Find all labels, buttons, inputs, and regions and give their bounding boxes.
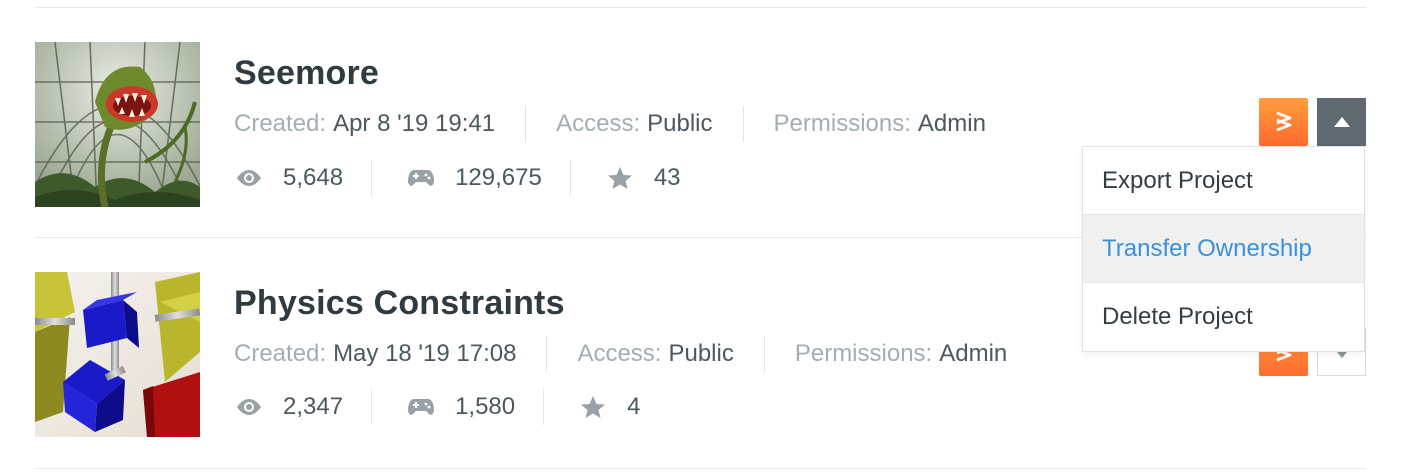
access-label: Access: <box>556 110 641 137</box>
project-title[interactable]: Physics Constraints <box>234 284 565 323</box>
permissions-value: Admin <box>917 110 986 137</box>
permissions-info: Permissions: Admin <box>774 110 986 138</box>
caret-down-icon <box>1336 352 1347 358</box>
stats-divider <box>543 389 545 425</box>
created-label: Created: <box>234 340 327 367</box>
access-info: Access: Public <box>577 340 733 368</box>
stars-count: 4 <box>627 393 641 420</box>
open-editor-button[interactable] <box>1259 98 1308 146</box>
permissions-label: Permissions: <box>773 110 911 137</box>
meta-divider <box>546 336 548 372</box>
stars-stat: 43 <box>605 164 681 192</box>
gamepad-icon <box>406 397 436 417</box>
eye-icon <box>234 169 264 187</box>
permissions-label: Permissions: <box>794 340 933 367</box>
star-icon <box>578 395 608 419</box>
project-thumbnail[interactable] <box>35 272 200 437</box>
access-value: Public <box>647 110 713 137</box>
star-icon <box>605 166 635 190</box>
views-stat: 5,648 <box>234 164 343 192</box>
project-meta: Created: Apr 8 '19 19:41 Access: Public … <box>234 104 986 144</box>
plays-stat: 1,580 <box>406 393 515 421</box>
permissions-info: Permissions: Admin <box>795 340 1007 368</box>
plays-count: 129,675 <box>455 164 542 191</box>
views-count: 5,648 <box>283 164 344 191</box>
stats-divider <box>371 160 373 196</box>
meta-divider <box>525 106 527 142</box>
stats-divider <box>569 160 571 196</box>
plant-thumbnail-image <box>35 42 200 207</box>
created-value: May 18 '19 17:08 <box>333 340 517 367</box>
project-thumbnail[interactable] <box>35 42 200 207</box>
views-count: 2,347 <box>283 393 344 420</box>
project-stats: 2,347 1,580 4 <box>234 387 640 427</box>
views-stat: 2,347 <box>234 393 343 421</box>
playcanvas-logo-icon <box>1276 111 1291 132</box>
permissions-value: Admin <box>939 340 1008 367</box>
project-meta: Created: May 18 '19 17:08 Access: Public… <box>234 334 1007 374</box>
access-value: Public <box>668 340 734 367</box>
project-title[interactable]: Seemore <box>234 54 379 93</box>
plays-stat: 129,675 <box>406 164 542 192</box>
caret-up-icon <box>1333 117 1350 127</box>
export-project-menu-item[interactable]: Export Project <box>1083 147 1364 215</box>
access-info: Access: Public <box>556 110 712 138</box>
transfer-ownership-menu-item[interactable]: Transfer Ownership <box>1083 215 1364 283</box>
project-menu-toggle[interactable] <box>1317 98 1366 146</box>
stats-divider <box>371 389 373 425</box>
project-stats: 5,648 129,675 43 <box>234 158 681 198</box>
access-label: Access: <box>577 340 662 367</box>
eye-icon <box>234 398 264 416</box>
top-divider <box>35 7 1366 8</box>
meta-divider <box>742 106 744 142</box>
meta-divider <box>763 336 765 372</box>
gamepad-icon <box>406 168 436 188</box>
created-label: Created: <box>234 110 327 137</box>
delete-project-menu-item[interactable]: Delete Project <box>1083 283 1364 351</box>
created-value: Apr 8 '19 19:41 <box>333 110 496 137</box>
created-info: Created: May 18 '19 17:08 <box>234 340 516 368</box>
created-info: Created: Apr 8 '19 19:41 <box>234 110 495 138</box>
project-dropdown-menu: Export Project Transfer Ownership Delete… <box>1082 146 1365 352</box>
row-divider <box>35 468 1366 469</box>
plays-count: 1,580 <box>455 393 516 420</box>
stars-count: 43 <box>653 164 681 191</box>
stars-stat: 4 <box>578 393 640 421</box>
cubes-thumbnail-image <box>35 272 200 437</box>
